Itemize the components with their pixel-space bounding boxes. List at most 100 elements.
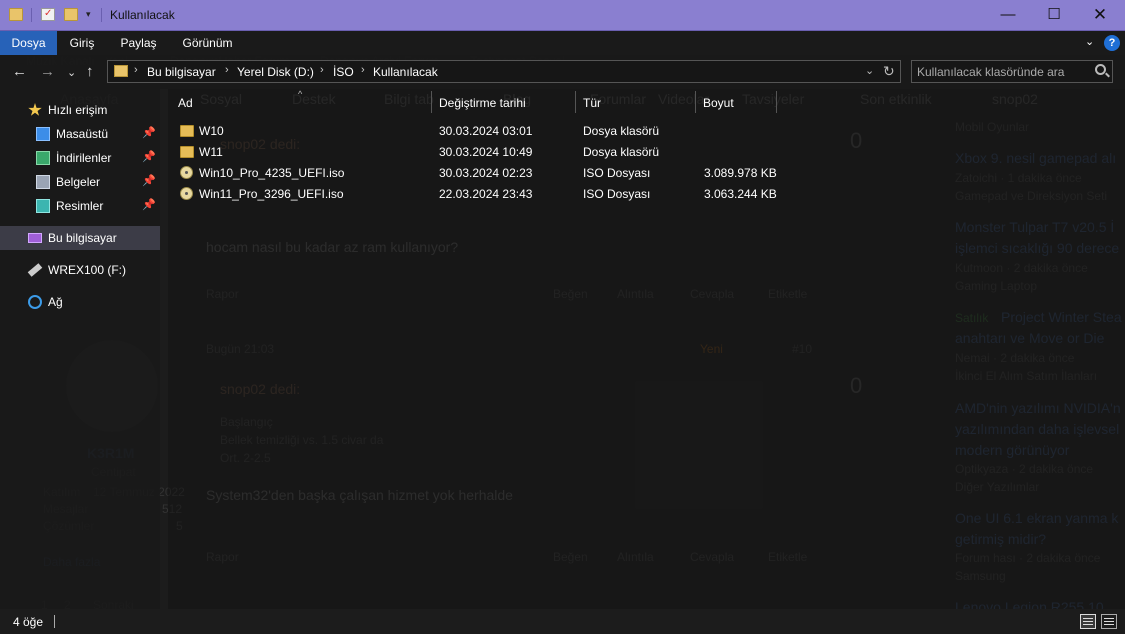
nav-item-documents[interactable]: Belgeler 📌 bbox=[0, 170, 160, 194]
column-divider[interactable] bbox=[776, 91, 777, 113]
sort-ascending-icon: ^ bbox=[298, 89, 303, 99]
details-view-icon[interactable] bbox=[1080, 614, 1096, 629]
column-header-date[interactable]: Değiştirme tarihi bbox=[439, 89, 526, 117]
pin-icon[interactable]: 📌 bbox=[142, 174, 156, 187]
usb-drive-icon bbox=[27, 263, 43, 277]
nav-label: Masaüstü bbox=[56, 127, 109, 141]
status-bar: 4 öğe bbox=[0, 609, 1125, 634]
maximize-button[interactable]: ☐ bbox=[1031, 0, 1077, 31]
file-row[interactable]: W10 30.03.2024 03:01 Dosya klasörü bbox=[168, 121, 778, 142]
nav-item-downloads[interactable]: İndirilenler 📌 bbox=[0, 146, 160, 170]
status-divider bbox=[54, 615, 55, 628]
folder-icon bbox=[180, 146, 194, 158]
title-bar[interactable]: ▾ Kullanılacak — ☐ ✕ bbox=[0, 0, 1125, 31]
file-row[interactable]: Win11_Pro_3296_UEFI.iso 22.03.2024 23:43… bbox=[168, 184, 778, 205]
search-placeholder: Kullanılacak klasöründe ara bbox=[917, 65, 1065, 79]
quick-access-divider bbox=[101, 8, 102, 22]
nav-label: İndirilenler bbox=[56, 151, 112, 165]
file-date: 30.03.2024 03:01 bbox=[439, 124, 533, 138]
search-input[interactable]: Kullanılacak klasöründe ara bbox=[911, 60, 1113, 83]
pin-icon[interactable]: 📌 bbox=[142, 150, 156, 163]
file-size: 3.063.244 KB bbox=[704, 187, 777, 201]
column-header-size[interactable]: Boyut bbox=[703, 89, 734, 117]
pictures-icon bbox=[36, 199, 50, 213]
nav-item-network[interactable]: Ağ bbox=[0, 290, 160, 314]
address-history-icon[interactable]: ⌄ bbox=[865, 64, 874, 77]
file-name: Win10_Pro_4235_UEFI.iso bbox=[199, 166, 345, 180]
help-icon[interactable]: ? bbox=[1104, 35, 1120, 51]
navigation-pane: Hızlı erişim Masaüstü 📌 İndirilenler 📌 B… bbox=[0, 89, 160, 609]
folder-icon bbox=[114, 65, 128, 77]
breadcrumb-this-pc[interactable]: Bu bilgisayar bbox=[147, 65, 216, 79]
new-folder-icon[interactable] bbox=[64, 8, 78, 21]
chevron-right-icon[interactable]: › bbox=[320, 64, 324, 76]
pin-icon[interactable]: 📌 bbox=[142, 126, 156, 139]
network-icon bbox=[28, 295, 42, 309]
large-icons-view-icon[interactable] bbox=[1101, 614, 1117, 629]
column-header-type[interactable]: Tür bbox=[583, 89, 601, 117]
file-type: Dosya klasörü bbox=[583, 124, 660, 138]
nav-label: Resimler bbox=[56, 199, 104, 213]
file-date: 22.03.2024 23:43 bbox=[439, 187, 533, 201]
nav-label: Bu bilgisayar bbox=[48, 231, 117, 245]
folder-icon bbox=[9, 8, 23, 21]
file-type: ISO Dosyası bbox=[583, 187, 651, 201]
downloads-icon bbox=[36, 151, 50, 165]
tab-share[interactable]: Paylaş bbox=[110, 31, 167, 55]
file-date: 30.03.2024 02:23 bbox=[439, 166, 533, 180]
nav-item-desktop[interactable]: Masaüstü 📌 bbox=[0, 122, 160, 146]
documents-icon bbox=[36, 175, 50, 189]
ribbon-tabs: Dosya Giriş Paylaş Görünüm ⌄ ? bbox=[0, 31, 1125, 55]
nav-label: WREX100 (F:) bbox=[48, 263, 127, 277]
star-icon bbox=[28, 103, 42, 116]
file-name: W10 bbox=[199, 124, 224, 138]
breadcrumb-current-folder[interactable]: Kullanılacak bbox=[373, 65, 438, 79]
customize-quick-access-icon[interactable]: ▾ bbox=[86, 9, 91, 20]
window-title: Kullanılacak bbox=[110, 8, 175, 22]
up-arrow-icon[interactable]: ↑ bbox=[86, 63, 94, 80]
desktop-icon bbox=[36, 127, 50, 141]
breadcrumb-iso[interactable]: İSO bbox=[333, 65, 354, 79]
expand-ribbon-icon[interactable]: ⌄ bbox=[1085, 35, 1094, 48]
search-icon[interactable] bbox=[1095, 64, 1106, 75]
file-name: Win11_Pro_3296_UEFI.iso bbox=[199, 187, 344, 201]
chevron-right-icon[interactable]: › bbox=[134, 64, 138, 76]
nav-label: Belgeler bbox=[56, 175, 101, 189]
file-type: Dosya klasörü bbox=[583, 145, 660, 159]
breadcrumb-local-disk[interactable]: Yerel Disk (D:) bbox=[237, 65, 314, 79]
pin-icon[interactable]: 📌 bbox=[142, 198, 156, 211]
refresh-icon[interactable]: ↻ bbox=[883, 63, 895, 80]
close-button[interactable]: ✕ bbox=[1077, 0, 1123, 31]
file-date: 30.03.2024 10:49 bbox=[439, 145, 533, 159]
column-divider[interactable] bbox=[575, 91, 576, 113]
file-row[interactable]: Win10_Pro_4235_UEFI.iso 30.03.2024 02:23… bbox=[168, 163, 778, 184]
quick-access-divider bbox=[31, 8, 32, 22]
properties-icon[interactable] bbox=[41, 8, 55, 21]
nav-item-this-pc[interactable]: Bu bilgisayar bbox=[0, 226, 160, 250]
nav-item-usb-drive[interactable]: WREX100 (F:) bbox=[0, 258, 160, 282]
minimize-button[interactable]: — bbox=[985, 0, 1031, 31]
file-name: W11 bbox=[199, 145, 223, 159]
column-header-name[interactable]: Ad bbox=[178, 89, 193, 117]
nav-item-quick-access[interactable]: Hızlı erişim bbox=[0, 98, 160, 122]
recent-locations-icon[interactable]: ⌄ bbox=[67, 66, 76, 79]
back-arrow-icon[interactable]: ← bbox=[12, 63, 27, 80]
chevron-right-icon[interactable]: › bbox=[361, 64, 365, 76]
address-bar[interactable]: › Bu bilgisayar › Yerel Disk (D:) › İSO … bbox=[107, 60, 901, 83]
nav-label: Hızlı erişim bbox=[48, 103, 108, 117]
nav-item-pictures[interactable]: Resimler 📌 bbox=[0, 194, 160, 218]
chevron-right-icon[interactable]: › bbox=[225, 64, 229, 76]
column-divider[interactable] bbox=[695, 91, 696, 113]
file-size: 3.089.978 KB bbox=[704, 166, 777, 180]
folder-icon bbox=[180, 125, 194, 137]
disc-image-icon bbox=[180, 166, 193, 179]
disc-image-icon bbox=[180, 187, 193, 200]
file-row[interactable]: W11 30.03.2024 10:49 Dosya klasörü bbox=[168, 142, 778, 163]
forward-arrow-icon[interactable]: → bbox=[40, 63, 55, 80]
tab-home[interactable]: Giriş bbox=[57, 31, 107, 55]
nav-label: Ağ bbox=[48, 295, 63, 309]
column-divider[interactable] bbox=[431, 91, 432, 113]
tab-file[interactable]: Dosya bbox=[0, 31, 57, 55]
address-row: ← → ⌄ ↑ › Bu bilgisayar › Yerel Disk (D:… bbox=[0, 55, 1125, 89]
tab-view[interactable]: Görünüm bbox=[170, 31, 245, 55]
